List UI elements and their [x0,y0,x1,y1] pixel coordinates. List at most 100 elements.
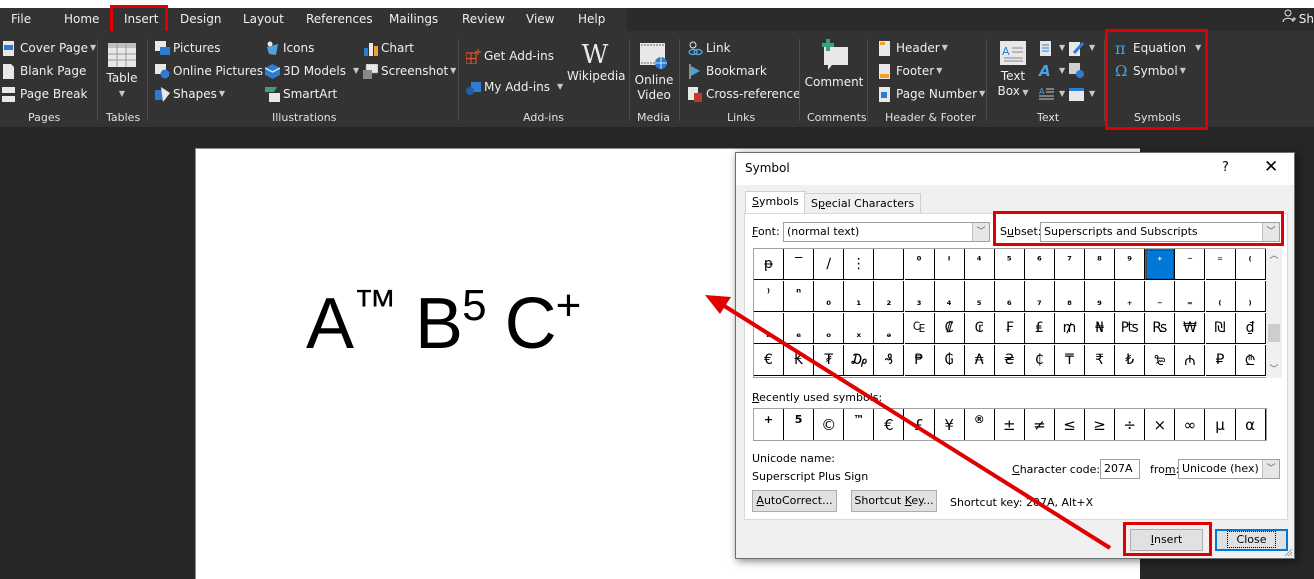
shortcut-key-button[interactable]: Shortcut Key... [851,490,937,512]
footer-button[interactable]: Footer▼ [878,63,942,79]
drop-cap-button[interactable]: A▼ [1039,86,1065,102]
symbol-cell[interactable]: ‾ [784,249,814,280]
symbol-cell[interactable]: ₑ [784,313,814,344]
symbol-cell[interactable]: ₹ [1085,345,1115,376]
recent-symbol-cell[interactable]: ÷ [1115,409,1145,440]
symbol-cell[interactable]: ₮ [814,345,844,376]
symbol-cell[interactable]: ⁼ [1206,249,1236,280]
symbol-cell[interactable]: ₠ [905,313,935,344]
header-button[interactable]: Header▼ [878,40,948,56]
symbol-cell[interactable]: ₆ [995,281,1025,312]
recent-symbol-cell[interactable]: © [814,409,844,440]
cover-page-button[interactable]: Cover Page▼ [2,40,96,56]
document-text[interactable]: A™ B5 C+ [306,281,580,365]
recent-symbol-cell[interactable]: ™ [844,409,874,440]
recent-symbol-cell[interactable]: ≥ [1085,409,1115,440]
tab-insert[interactable]: Insert [113,8,169,31]
wordart-button[interactable]: A▼ [1039,63,1065,79]
recent-symbol-cell[interactable]: ≤ [1055,409,1085,440]
symbol-cell[interactable]: ₳ [965,345,995,376]
recent-symbol-cell[interactable]: £ [905,409,935,440]
scrollbar-thumb[interactable] [1268,324,1280,342]
tab-help[interactable]: Help [578,8,605,31]
symbol-cell[interactable]: ₌ [1175,281,1205,312]
symbol-cell[interactable]: ₧ [1115,313,1145,344]
recent-symbol-cell[interactable]: ± [995,409,1025,440]
bookmark-button[interactable]: Bookmark [688,63,767,79]
symbol-cell[interactable]: ₲ [935,345,965,376]
symbol-cell[interactable]: ₵ [1025,345,1055,376]
symbol-cell[interactable]: ₫ [1236,313,1266,344]
symbol-grid-scrollbar[interactable]: ︿ ﹀ [1266,248,1282,378]
pictures-button[interactable]: Pictures [155,40,221,56]
symbol-cell[interactable]: ₡ [935,313,965,344]
wikipedia-button[interactable]: W Wikipedia [567,41,623,84]
symbol-cell[interactable]: ₪ [1206,313,1236,344]
recent-symbol-cell[interactable]: 5 [784,409,814,440]
symbol-cell[interactable]: ᵽ [754,249,784,280]
symbol-cell[interactable]: ₎ [1236,281,1266,312]
equation-button[interactable]: π Equation▼ [1115,40,1201,56]
symbol-cell[interactable]: ⋮ [844,249,874,280]
quick-parts-button[interactable]: ▼ [1039,40,1065,56]
symbol-cell[interactable]: ⁱ [935,249,965,280]
symbol-cell[interactable]: ₼ [1175,345,1205,376]
recent-symbol-cell[interactable]: × [1145,409,1175,440]
tab-special-characters[interactable]: Special Characters [804,193,921,214]
tab-symbols[interactable]: Symbols [745,191,806,214]
tab-home[interactable]: Home [64,8,99,31]
symbol-cell[interactable]: ⁾ [754,281,784,312]
help-button[interactable]: ? [1222,160,1229,175]
symbol-cell[interactable]: ₄ [935,281,965,312]
font-select[interactable]: (normal text) ﹀ [783,222,990,242]
symbol-cell[interactable]: ₸ [1055,345,1085,376]
symbol-cell[interactable]: ⁷ [1055,249,1085,280]
recent-symbol-cell[interactable]: ® [965,409,995,440]
symbol-cell[interactable]: ₴ [995,345,1025,376]
symbol-cell[interactable]: ₻ [1145,345,1175,376]
symbol-cell[interactable]: ₰ [874,345,904,376]
recent-symbols-grid[interactable]: +5©™€£¥®±≠≤≥÷×∞µα [753,408,1267,441]
close-icon[interactable]: ✕ [1264,157,1278,177]
symbol-cell[interactable]: ₇ [1025,281,1055,312]
symbol-cell[interactable]: € [754,345,784,376]
symbol-cell[interactable]: ⁸ [1085,249,1115,280]
tab-review[interactable]: Review [462,8,505,31]
from-select[interactable]: Unicode (hex) ﹀ [1178,459,1280,479]
symbol-cell[interactable]: ₣ [995,313,1025,344]
recent-symbol-cell[interactable]: ≠ [1025,409,1055,440]
symbol-cell[interactable]: ∕ [814,249,844,280]
resize-grip-icon[interactable] [1283,547,1293,557]
scroll-down-icon[interactable]: ﹀ [1266,362,1282,378]
symbol-cell[interactable]: ₯ [844,345,874,376]
character-code-input[interactable]: 207A [1100,459,1140,479]
tab-references[interactable]: References [306,8,373,31]
close-button[interactable]: Close [1215,529,1288,551]
cross-reference-button[interactable]: Cross-reference [688,86,801,102]
symbol-cell[interactable]: ⁵ [995,249,1025,280]
chart-button[interactable]: Chart [363,40,414,56]
symbol-cell[interactable]: ₐ [754,313,784,344]
symbol-button[interactable]: Ω Symbol▼ [1115,63,1186,79]
symbol-cell[interactable]: ₽ [1206,345,1236,376]
screenshot-button[interactable]: Screenshot▼ [363,63,456,79]
symbol-cell[interactable]: ₔ [874,313,904,344]
3d-models-button[interactable]: 3D Models▼ [265,63,359,79]
symbol-cell[interactable]: ₾ [1236,345,1266,376]
symbol-cell[interactable]: ₃ [905,281,935,312]
tab-view[interactable]: View [526,8,554,31]
symbol-cell[interactable]: ⁶ [1025,249,1055,280]
blank-page-button[interactable]: Blank Page [2,63,86,79]
date-time-button[interactable] [1069,63,1087,78]
symbol-cell[interactable]: ⁻ [1175,249,1205,280]
symbol-cell[interactable]: ₱ [905,345,935,376]
symbol-cell[interactable]: ₺ [1115,345,1145,376]
link-button[interactable]: Link [688,40,731,56]
symbol-cell[interactable]: ₢ [965,313,995,344]
symbol-cell[interactable]: ⁹ [1115,249,1145,280]
symbol-cell[interactable]: ₒ [814,313,844,344]
symbol-cell[interactable]: ₅ [965,281,995,312]
symbol-cell[interactable]: ⁴ [965,249,995,280]
text-box-button[interactable]: A Text Box ▼ [995,41,1031,100]
symbol-cell[interactable]: ₂ [874,281,904,312]
